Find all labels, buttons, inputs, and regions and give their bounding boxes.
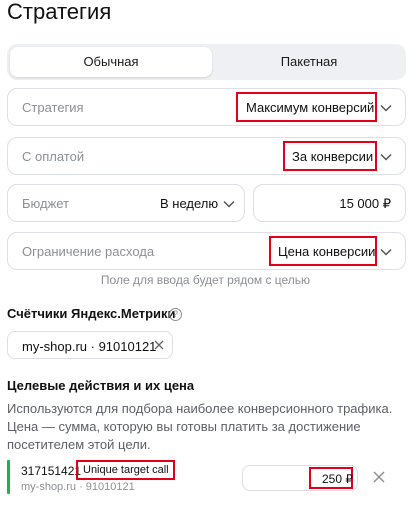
budget-amount-value: 15 000 ₽ [339,196,391,211]
metrika-counter-label: my-shop.ru · 91010121 [22,339,157,354]
chevron-down-icon [222,197,236,211]
budget-period-select[interactable]: Бюджет В неделю [7,184,245,222]
payment-select-label: С оплатой [22,149,85,164]
goals-title: Целевые действия и их цена [7,378,195,393]
strategy-select[interactable]: Стратегия Максимум конверсий [7,88,406,126]
chevron-down-icon [379,101,393,115]
goals-description: Используются для подбора наиболее конвер… [7,401,393,452]
metrika-counter-chip: my-shop.ru · 91010121 [7,331,173,359]
goal-counter: my-shop.ru · 91010121 [21,481,135,493]
goal-id: 317151421 [21,464,82,478]
chevron-down-icon [379,245,393,259]
metrika-title: Счётчики Яндекс.Метрики [7,306,176,321]
limit-select[interactable]: Ограничение расхода Цена конверсии [7,232,406,270]
page-title: Стратегия [7,0,112,24]
strategy-type-tabs: Обычная Пакетная [7,44,406,80]
budget-period-value: В неделю [160,196,219,211]
goal-indicator [7,460,10,494]
budget-amount-input[interactable]: 15 000 ₽ [253,184,406,222]
help-icon[interactable]: ? [169,308,182,321]
chevron-down-icon [379,150,393,164]
limit-select-value: Цена конверсии [278,244,376,259]
goal-price-value: 250 ₽ [322,472,353,486]
limit-select-label: Ограничение расхода [22,244,155,259]
budget-label: Бюджет [22,196,70,211]
strategy-select-label: Стратегия [22,100,84,115]
close-icon[interactable] [152,338,166,352]
payment-select[interactable]: С оплатой За конверсии [7,137,406,175]
goal-price-input[interactable]: 250 ₽ [242,465,358,491]
strategy-select-value: Максимум конверсий [246,100,375,115]
goal-name: Unique target call [83,464,169,476]
tab-regular[interactable]: Обычная [10,47,212,77]
limit-hint: Поле для ввода будет рядом с целью [100,273,311,287]
tab-package[interactable]: Пакетная [212,47,406,77]
remove-goal-icon[interactable] [372,470,386,484]
payment-select-value: За конверсии [292,149,374,164]
